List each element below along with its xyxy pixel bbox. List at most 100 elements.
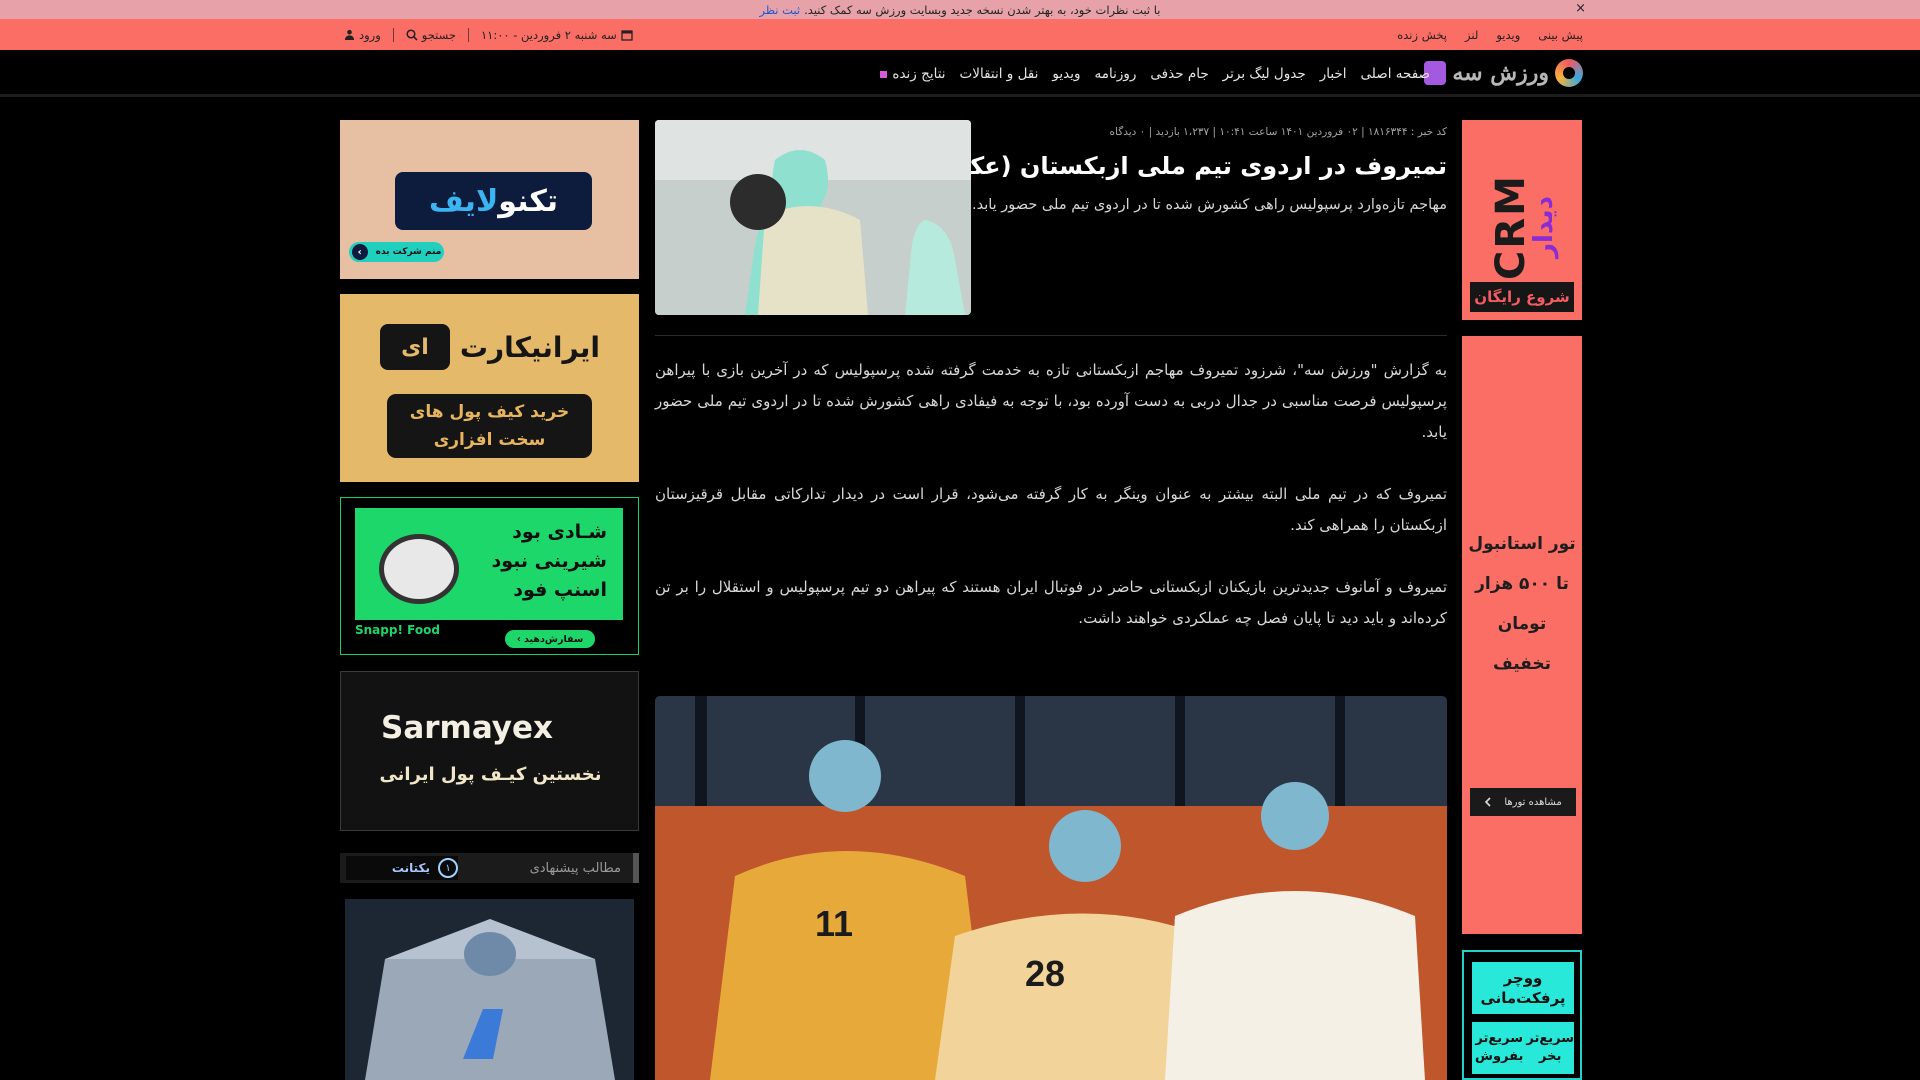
main-navbar: ورزش سه صفحه اصلی اخبار جدول لیگ برتر جا… [0, 50, 1920, 97]
voucher-actions: سریع‌تر بفروش سریع‌تر بخر [1472, 1022, 1574, 1074]
nav-item-news[interactable]: اخبار [1320, 66, 1347, 82]
live-results-label: نتایج زنده [892, 65, 946, 82]
divider [392, 27, 394, 42]
tour-line-1: تور استانبول [1468, 534, 1576, 554]
chevron-left-icon: ‹ [351, 244, 368, 260]
divider [468, 27, 469, 42]
notice-text: با ثبت نظرات خود، به بهتر شدن نسخه جدید … [804, 2, 1161, 17]
nav-item-league-table[interactable]: جدول لیگ برتر [1223, 66, 1306, 82]
crm-logo: CRM دیدار [1476, 148, 1559, 280]
calendar-icon [621, 29, 633, 41]
search-icon [406, 28, 418, 41]
ad-istanbul-tour[interactable]: تور استانبول تا ۵۰۰ هزار تومان تخفیف مشا… [1462, 336, 1582, 934]
search-label: جستجو [421, 27, 456, 42]
ad-perfectmoney-voucher[interactable]: ووچر پرفکت‌مانی سریع‌تر بفروش سریع‌تر بخ… [1462, 950, 1582, 1080]
snappfood-panel: شـادی بود شیرینی نبود اسنپ فود [355, 508, 623, 620]
cake-roll-icon [379, 534, 459, 604]
util-link-live[interactable]: پخش زنده [1397, 28, 1447, 42]
live-dot-icon [880, 70, 888, 78]
article-paragraph-2: تمیروف که در تیم ملی البته بیشتر به عنوا… [655, 485, 1447, 534]
crm-text: CRM [1488, 174, 1534, 280]
nav-item-transfers[interactable]: نقل و انتقالات [960, 66, 1039, 82]
technolife-name-part2: لایف [428, 183, 499, 219]
snappfood-brand: Snapp! Food [355, 623, 440, 637]
suggested-label: مطالب پیشنهادی [529, 860, 621, 876]
technolife-logo: تکنولایف [395, 172, 592, 230]
suggested-item-image[interactable] [345, 899, 634, 1080]
voucher-title: ووچر پرفکت‌مانی [1472, 962, 1574, 1014]
article-paragraph-3: تمیروف و آمانوف جدیدترین بازیکنان ازبکست… [655, 578, 1447, 627]
voucher-buy: سریع‌تر بخر [1526, 1031, 1575, 1064]
user-icon [344, 29, 355, 40]
svg-text:28: 28 [1025, 953, 1065, 994]
yektanet-name: یکتانت [391, 861, 430, 875]
utility-tools: ورود جستجو سه شنبه ۲ فروردین - ۱۱:۰۰ [344, 19, 633, 50]
util-link-lens[interactable]: لنز [1465, 28, 1478, 42]
yektanet-badge[interactable]: ۱ یکتانت [346, 856, 458, 880]
cat-in-box-image [345, 899, 634, 1080]
date-text: سه شنبه ۲ فروردین - ۱۱:۰۰ [481, 27, 617, 42]
ad-sarmayex[interactable]: Sarmayex نخستین کیـف پول ایرانی [340, 671, 639, 831]
close-icon[interactable]: × [1575, 1, 1586, 16]
logo-text: ورزش سه [1452, 60, 1549, 86]
sarmayex-name: Sarmayex [381, 710, 554, 746]
didar-text: دیدار [1529, 195, 1559, 258]
logo-mark-icon [1555, 59, 1583, 87]
svg-text:11: 11 [815, 903, 853, 944]
view-tours-label: مشاهده تورها [1504, 796, 1562, 808]
iranicard-name: ایرانیکارت [459, 330, 600, 364]
site-logo[interactable]: ورزش سه [1424, 58, 1583, 88]
technolife-name: تکنولایف [429, 184, 558, 219]
feedback-link[interactable]: ثبت نظر [760, 3, 801, 17]
chevron-left-icon [1485, 797, 1491, 807]
login-button[interactable]: ورود [344, 28, 381, 42]
snappfood-order-button[interactable]: سفارش‌دهید › [505, 630, 595, 648]
ad-snappfood[interactable]: شـادی بود شیرینی نبود اسنپ فود Snapp! Fo… [340, 497, 639, 655]
nav-item-hazfi-cup[interactable]: جام حذفی [1150, 66, 1208, 82]
iranicard-line-1: خرید کیف پول های [409, 402, 570, 422]
util-link-prediction[interactable]: پیش بینی [1538, 28, 1583, 42]
technolife-name-part1: تکنو [498, 183, 559, 219]
nav-item-live-results[interactable]: نتایج زنده [880, 65, 946, 82]
snappfood-text: شـادی بود شیرینی نبود اسنپ فود [491, 518, 607, 605]
iranicard-logo: ایرانیکارت ای [380, 324, 600, 370]
utility-bar: پیش بینی ویدیو لنز پخش زنده ورود جستجو س… [0, 19, 1920, 50]
voucher-sell: سریع‌تر بفروش [1475, 1031, 1524, 1064]
crm-start-free-button[interactable]: شروع رایگان [1470, 282, 1574, 312]
ad-crm-didar[interactable]: CRM دیدار شروع رایگان [1462, 120, 1582, 320]
snappfood-line-3: اسنپ فود [513, 579, 607, 601]
technolife-cta-button[interactable]: ‹ منم شرکت بده [349, 242, 444, 262]
iranicard-cta-button[interactable]: خرید کیف پول های سخت افزاری [387, 394, 592, 458]
nav-item-video[interactable]: ویدیو [1052, 66, 1080, 82]
tour-title: تور استانبول تا ۵۰۰ هزار تومان تخفیف [1462, 524, 1582, 684]
ad-iranicard[interactable]: ایرانیکارت ای خرید کیف پول های سخت افزار… [340, 294, 639, 482]
search-button[interactable]: جستجو [406, 28, 456, 42]
ad-technolife[interactable]: تکنولایف ‹ منم شرکت بده [340, 120, 639, 279]
yektanet-logo-icon: ۱ [438, 858, 458, 878]
date-display: سه شنبه ۲ فروردین - ۱۱:۰۰ [481, 28, 633, 42]
tour-line-2: تا ۵۰۰ هزار تومان [1475, 574, 1569, 634]
nav-item-home[interactable]: صفحه اصلی [1361, 66, 1430, 82]
technolife-cta-label: منم شرکت بده [375, 247, 442, 257]
article-main-image: 11 28 [655, 696, 1447, 1080]
suggested-content-header: مطالب پیشنهادی ۱ یکتانت [340, 853, 639, 883]
players-training-image: 11 28 [655, 696, 1447, 1080]
article-paragraph-1: به گزارش "ورزش سه"، شرزود تمیروف مهاجم ا… [655, 361, 1447, 441]
view-tours-button[interactable]: مشاهده تورها [1470, 788, 1576, 816]
main-menu: صفحه اصلی اخبار جدول لیگ برتر جام حذفی ر… [880, 50, 1430, 97]
article-thumbnail [655, 120, 971, 315]
util-link-video[interactable]: ویدیو [1496, 28, 1520, 42]
article-meta: کد خبر : ۱۸۱۶۳۴۴ | ۰۲ فروردین ۱۴۰۱ ساعت … [1109, 126, 1447, 138]
iranicard-mark-icon: ای [380, 324, 450, 370]
snappfood-line-1: شـادی بود [512, 521, 607, 543]
sarmayex-tagline: نخستین کیـف پول ایرانی [379, 764, 602, 785]
utility-links: پیش بینی ویدیو لنز پخش زنده [1397, 19, 1583, 50]
iranicard-line-2: سخت افزاری [433, 430, 546, 450]
article-divider [655, 335, 1447, 336]
tour-line-3: تخفیف [1492, 654, 1552, 674]
sarmayex-logo: Sarmayex [381, 710, 553, 746]
feedback-notice-bar: با ثبت نظرات خود، به بهتر شدن نسخه جدید … [0, 0, 1920, 19]
nav-item-newspaper[interactable]: روزنامه [1095, 66, 1137, 82]
snappfood-line-2: شیرینی نبود [491, 550, 607, 572]
football-player-image [655, 120, 971, 315]
